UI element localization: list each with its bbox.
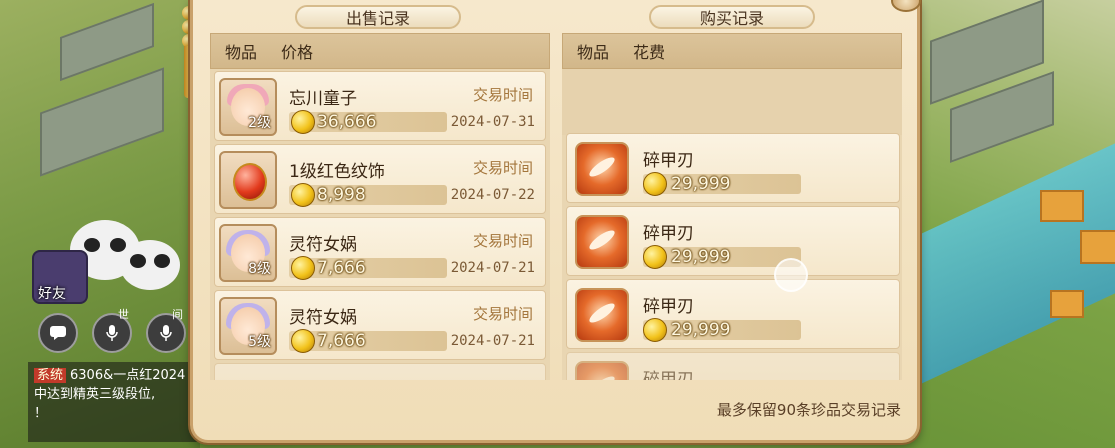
item-cost: 29,999 <box>671 320 731 340</box>
item-name: 灵符女娲 <box>289 308 357 328</box>
team-channel-label: 间 <box>172 308 183 321</box>
sales-table-header: 物品 价格 <box>210 33 550 69</box>
gold-coin-icon <box>643 318 667 342</box>
item-name: 碎甲刃 <box>643 297 694 317</box>
crate <box>1080 230 1115 264</box>
tab-sales-records[interactable]: 出售记录 <box>295 5 461 29</box>
chat-line: 6306&一点红2024 <box>70 368 186 383</box>
item-name: 灵符女娲 <box>289 235 357 255</box>
pet-portrait-icon: 5级 <box>219 297 277 355</box>
pet-portrait-icon: 8级 <box>219 224 277 282</box>
blade-skill-icon <box>575 288 629 342</box>
touch-cursor-icon <box>774 258 808 292</box>
friend-label[interactable]: 好友 <box>38 283 66 303</box>
trade-date: 2024-07-21 <box>450 260 535 276</box>
trade-record-panel: 出售记录 购买记录 物品 价格 2级 忘川童子 交易时间 36,666 2024… <box>190 0 921 443</box>
gold-coin-icon <box>291 183 315 207</box>
purchase-row[interactable]: 碎甲刃 29,999 <box>566 206 900 276</box>
red-gem-icon <box>219 151 277 209</box>
item-price: 8,998 <box>317 185 366 205</box>
item-level: 5级 <box>248 334 271 350</box>
trade-time-label: 交易时间 <box>472 232 533 250</box>
panda-character[interactable] <box>120 240 180 290</box>
trade-time-label: 交易时间 <box>472 305 533 323</box>
col-item-header: 物品 <box>577 43 610 62</box>
chat-line: 中达到精英三级段位, <box>34 387 156 402</box>
crate <box>1040 190 1084 222</box>
record-limit-note: 最多保留90条珍品交易记录 <box>716 401 901 419</box>
item-price: 7,666 <box>317 258 366 278</box>
item-level: 8级 <box>248 261 271 277</box>
item-name: 1级红色纹饰 <box>289 162 385 182</box>
sales-row[interactable]: 1级红色纹饰 交易时间 8,998 2024-07-22 <box>214 144 546 214</box>
item-name: 碎甲刃 <box>643 224 694 244</box>
blade-skill-icon <box>575 142 629 196</box>
sales-row-partial[interactable] <box>214 363 546 380</box>
item-name: 碎甲刃 <box>643 370 694 380</box>
purchase-table-header: 物品 花费 <box>562 33 902 69</box>
trade-date: 2024-07-21 <box>450 333 535 349</box>
item-level: 2级 <box>248 115 271 131</box>
trade-time-label: 交易时间 <box>472 86 533 104</box>
world-channel-label: 世 <box>118 308 129 321</box>
sales-record-list[interactable]: 物品 价格 2级 忘川童子 交易时间 36,666 2024-07-31 1级红… <box>210 33 550 380</box>
chat-bubble-icon[interactable] <box>38 313 78 353</box>
purchase-row[interactable]: 碎甲刃 29,999 <box>566 133 900 203</box>
gold-coin-icon <box>291 256 315 280</box>
trade-date: 2024-07-31 <box>450 114 535 130</box>
item-name: 忘川童子 <box>289 89 357 109</box>
blade-skill-icon <box>575 215 629 269</box>
purchase-row-partial[interactable]: 碎甲刃 <box>566 352 900 380</box>
sales-row[interactable]: 2级 忘川童子 交易时间 36,666 2024-07-31 <box>214 71 546 141</box>
sales-row[interactable]: 5级 灵符女娲 交易时间 7,666 2024-07-21 <box>214 290 546 360</box>
gold-coin-icon <box>291 329 315 353</box>
chat-line: ！ <box>34 406 48 421</box>
chat-box[interactable]: 系统 6306&一点红2024 中达到精英三级段位, ！ <box>28 362 198 442</box>
trade-date: 2024-07-22 <box>450 187 535 203</box>
col-cost-header: 花费 <box>633 43 666 62</box>
close-knob-icon[interactable] <box>891 0 921 12</box>
item-price: 36,666 <box>317 112 377 132</box>
chat-system-tag: 系统 <box>34 368 67 383</box>
empty-row <box>562 69 902 135</box>
item-cost: 29,999 <box>671 174 731 194</box>
tab-purchase-records[interactable]: 购买记录 <box>649 5 815 29</box>
item-price: 7,666 <box>317 331 366 351</box>
item-name: 碎甲刃 <box>643 151 694 171</box>
gold-coin-icon <box>643 172 667 196</box>
purchase-record-list[interactable]: 物品 花费 碎甲刃 29,999 碎甲刃 29,999 碎甲刃 29,999 碎… <box>562 33 902 380</box>
gold-coin-icon <box>643 245 667 269</box>
col-item-header: 物品 <box>225 43 258 62</box>
item-cost: 29,999 <box>671 247 731 267</box>
pet-portrait-icon: 2级 <box>219 78 277 136</box>
sales-row[interactable]: 8级 灵符女娲 交易时间 7,666 2024-07-21 <box>214 217 546 287</box>
gold-coin-icon <box>291 110 315 134</box>
crate <box>1050 290 1084 318</box>
trade-time-label: 交易时间 <box>472 159 533 177</box>
blade-skill-icon <box>575 361 629 380</box>
col-price-header: 价格 <box>281 43 314 62</box>
purchase-row[interactable]: 碎甲刃 29,999 <box>566 279 900 349</box>
